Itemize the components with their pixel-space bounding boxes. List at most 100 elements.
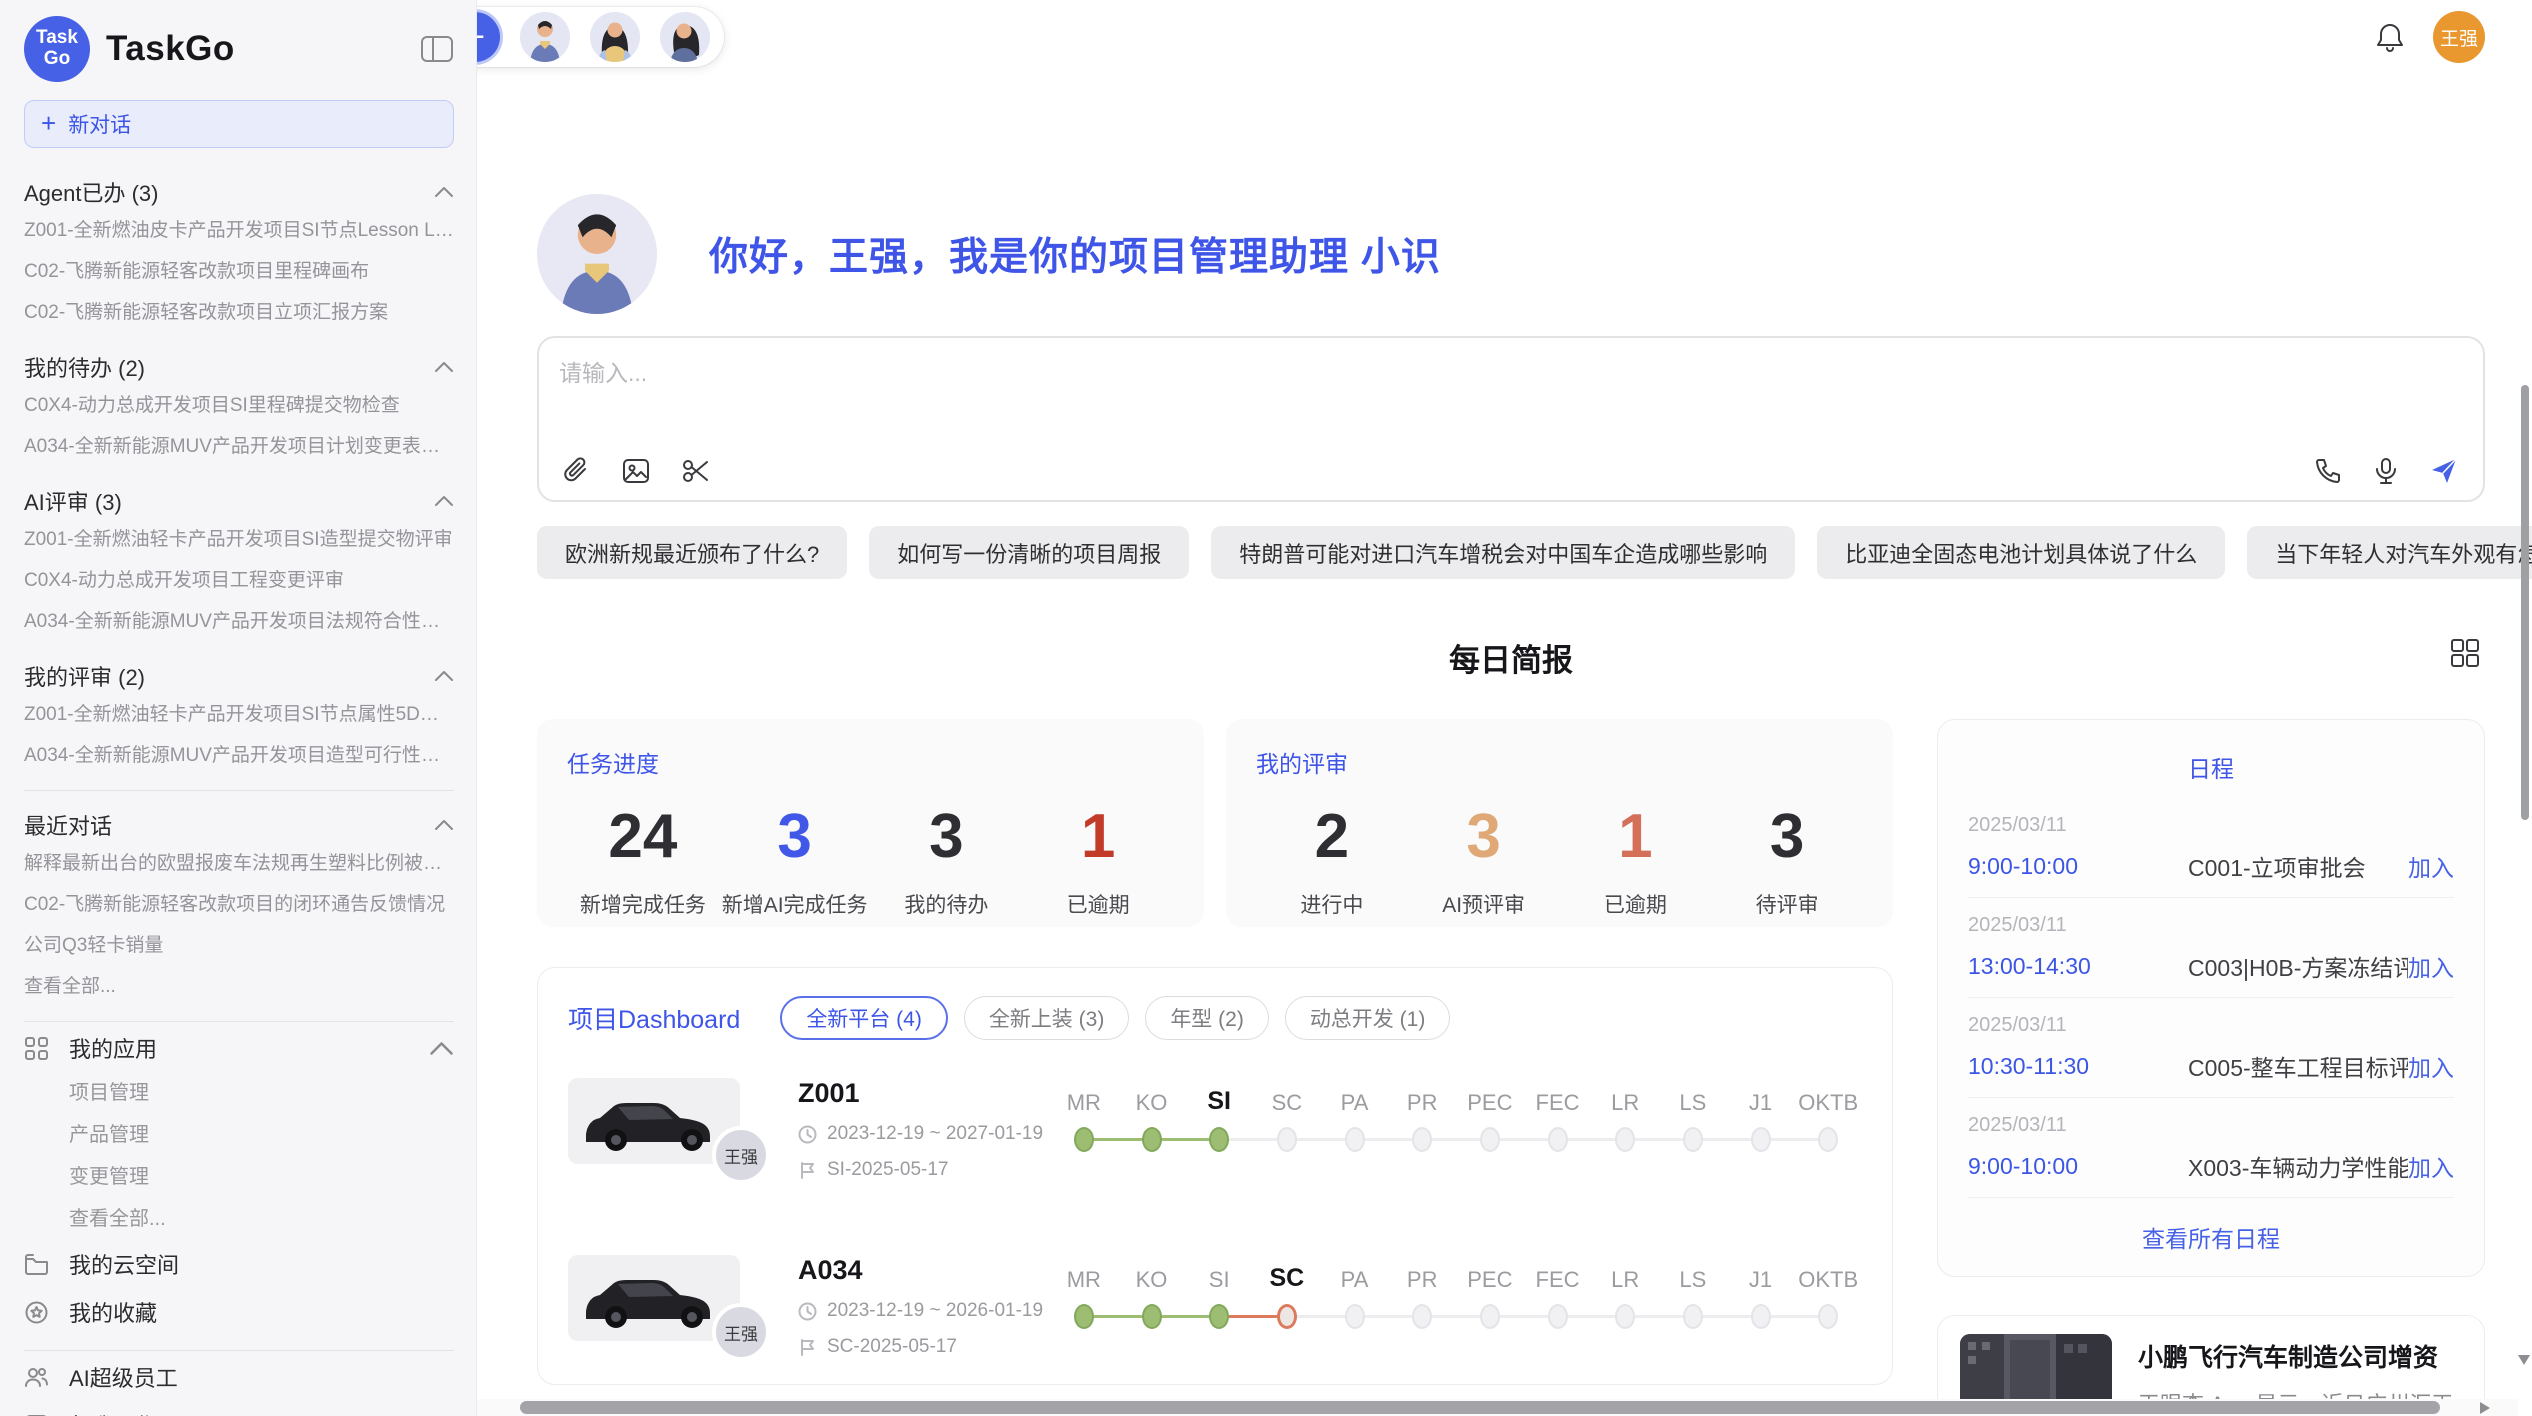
scroll-down-arrow[interactable] xyxy=(2518,1355,2530,1365)
join-meeting-link[interactable]: 加入 xyxy=(2408,1149,2454,1183)
milestone-dot xyxy=(1277,1127,1297,1152)
milestone-dot xyxy=(1751,1304,1771,1329)
chevron-up-icon xyxy=(434,819,454,831)
sidebar-item[interactable]: C0X4-动力总成开发项目SI里程碑提交物检查 xyxy=(24,385,454,426)
stat-cards-row: 任务进度 24新增完成任务 3新增AI完成任务 3我的待办 1已逾期 我的评审 … xyxy=(537,719,1893,927)
app-item-change-mgmt[interactable]: 变更管理 xyxy=(24,1156,454,1198)
view-all-schedule-link[interactable]: 查看所有日程 xyxy=(1968,1220,2454,1254)
logo-text-1: Task xyxy=(36,28,78,49)
daily-briefing-header: 每日简报 xyxy=(537,635,2485,677)
vertical-scrollbar[interactable] xyxy=(2518,0,2532,1399)
image-icon[interactable] xyxy=(621,456,651,486)
stat-in-progress: 2进行中 xyxy=(1256,795,1408,919)
suggestion-chip[interactable]: 特朗普可能对进口汽车增税会对中国车企造成哪些影响 xyxy=(1211,526,1795,579)
sidebar-item-cloud-space[interactable]: 我的云空间 xyxy=(24,1240,454,1288)
scissors-icon[interactable] xyxy=(681,456,711,486)
join-meeting-link[interactable]: 加入 xyxy=(2408,849,2454,883)
suggestion-chip[interactable]: 欧洲新规最近颁布了什么? xyxy=(537,526,847,579)
app-item-product-mgmt[interactable]: 产品管理 xyxy=(24,1114,454,1156)
schedule-time: 9:00-10:00 xyxy=(1968,853,2188,880)
section-my-review[interactable]: 我的评审 (2) xyxy=(24,658,454,694)
schedule-name: X003-车辆动力学性能验... xyxy=(2188,1149,2408,1183)
section-recent-chats[interactable]: 最近对话 xyxy=(24,807,454,843)
section-ai-review[interactable]: AI评审 (3) xyxy=(24,483,454,519)
horizontal-scrollbar-thumb[interactable] xyxy=(520,1401,2440,1414)
sidebar-item[interactable]: A034-全新新能源MUV产品开发项目法规符合性评审 xyxy=(24,601,454,642)
attachment-icon[interactable] xyxy=(561,456,591,486)
join-meeting-link[interactable]: 加入 xyxy=(2408,949,2454,983)
star-badge-icon xyxy=(24,1300,49,1325)
suggestion-chip[interactable]: 如何写一份清晰的项目周报 xyxy=(869,526,1189,579)
schedule-item: 2025/03/11 10:30-11:30 C005-整车工程目标评审 加入 xyxy=(1968,998,2454,1098)
tab-new-platform[interactable]: 全新平台 (4) xyxy=(780,996,948,1040)
tab-powertrain[interactable]: 动总开发 (1) xyxy=(1285,996,1451,1040)
view-all-apps[interactable]: 查看全部... xyxy=(24,1198,454,1240)
vertical-scrollbar-thumb[interactable] xyxy=(2521,385,2529,820)
microphone-icon[interactable] xyxy=(2371,456,2401,486)
section-header-label: 我的评审 (2) xyxy=(24,660,145,692)
add-agent-button[interactable]: + xyxy=(477,12,500,62)
my-review-title: 我的评审 xyxy=(1256,745,1863,779)
milestone-dot-done xyxy=(1074,1127,1094,1152)
sidebar-item-my-apps[interactable]: 我的应用 xyxy=(24,1024,454,1072)
project-name: A034 xyxy=(798,1255,1050,1286)
app-root: Task Go TaskGo + 新对话 Agent已办 (3) Z001-全新… xyxy=(0,0,2532,1416)
project-row-a034[interactable]: 王强 A034 2023-12-19 ~ 2026-01-19 SC-2025-… xyxy=(568,1255,1862,1358)
task-progress-card: 任务进度 24新增完成任务 3新增AI完成任务 3我的待办 1已逾期 xyxy=(537,719,1204,927)
phone-call-icon[interactable] xyxy=(2313,456,2343,486)
sidebar-item[interactable]: Z001-全新燃油皮卡产品开发项目SI节点Lesson Learn报告 xyxy=(24,210,454,251)
section-my-todo[interactable]: 我的待办 (2) xyxy=(24,349,454,385)
sidebar-item[interactable]: Z001-全新燃油轻卡产品开发项目SI节点属性5D文件评审 xyxy=(24,694,454,735)
project-row-z001[interactable]: 王强 Z001 2023-12-19 ~ 2027-01-19 SI-2025-… xyxy=(568,1078,1862,1181)
agent-avatar-3[interactable] xyxy=(660,12,710,62)
message-composer xyxy=(537,336,2485,502)
scroll-right-arrow[interactable] xyxy=(2480,1402,2490,1414)
sidebar-collapse-icon[interactable] xyxy=(420,34,454,64)
right-column: 日程 2025/03/11 9:00-10:00 C001-立项审批会 加入 2… xyxy=(1937,719,2485,1416)
view-all-chats[interactable]: 查看全部... xyxy=(24,966,454,1007)
app-item-project-mgmt[interactable]: 项目管理 xyxy=(24,1072,454,1114)
new-chat-label: 新对话 xyxy=(68,109,131,139)
sidebar-item[interactable]: Z001-全新燃油轻卡产品开发项目SI造型提交物评审 xyxy=(24,519,454,560)
sidebar-list: Agent已办 (3) Z001-全新燃油皮卡产品开发项目SI节点Lesson … xyxy=(24,158,454,1416)
sidebar-item[interactable]: A034-全新新能源MUV产品开发项目计划变更表编写 xyxy=(24,426,454,467)
sidebar-item[interactable]: C02-飞腾新能源轻客改款项目里程碑画布 xyxy=(24,251,454,292)
layout-grid-icon[interactable] xyxy=(2449,637,2481,669)
new-chat-button[interactable]: + 新对话 xyxy=(24,100,454,148)
schedule-name: C001-立项审批会 xyxy=(2188,849,2408,883)
horizontal-scrollbar[interactable] xyxy=(477,1399,2518,1416)
sidebar-item-ai-employee[interactable]: AI超级员工 xyxy=(24,1353,454,1401)
user-avatar[interactable]: 王强 xyxy=(2433,11,2485,63)
dashboard-tabs: 全新平台 (4) 全新上装 (3) 年型 (2) 动总开发 (1) xyxy=(780,996,1450,1040)
project-thumbnail: 王强 xyxy=(568,1255,740,1341)
sidebar-item-help-write[interactable]: 帮我写作 xyxy=(24,1401,454,1416)
sidebar-item-favorites[interactable]: 我的收藏 xyxy=(24,1288,454,1336)
tab-new-body[interactable]: 全新上装 (3) xyxy=(964,996,1130,1040)
agent-avatar-1[interactable] xyxy=(520,12,570,62)
schedule-name: C003|H0B-方案冻结评审 xyxy=(2188,949,2408,983)
send-icon[interactable] xyxy=(2429,456,2459,486)
sidebar-item[interactable]: A034-全新新能源MUV产品开发项目造型可行性评审 xyxy=(24,735,454,776)
sidebar-item[interactable]: C02-飞腾新能源轻客改款项目立项汇报方案 xyxy=(24,292,454,333)
stat-ai-pre-review: 3AI预评审 xyxy=(1408,795,1560,919)
agent-switcher: + xyxy=(477,7,724,67)
milestone-dot xyxy=(1345,1304,1365,1329)
sidebar-item[interactable]: C02-飞腾新能源轻客改款项目的闭环通告反馈情况 xyxy=(24,884,454,925)
project-flag-milestone: SI-2025-05-17 xyxy=(798,1159,1050,1181)
milestone-dot-done xyxy=(1142,1304,1162,1329)
notification-bell-icon[interactable] xyxy=(2375,21,2405,53)
sidebar-item[interactable]: C0X4-动力总成开发项目工程变更评审 xyxy=(24,560,454,601)
sidebar-item[interactable]: 解释最新出台的欧盟报废车法规再生塑料比例被调至15%... xyxy=(24,843,454,884)
suggestion-chip[interactable]: 比亚迪全固态电池计划具体说了什么 xyxy=(1817,526,2225,579)
clock-icon xyxy=(798,1302,817,1321)
milestone-dot xyxy=(1548,1304,1568,1329)
milestone-track: MR KO SI SC PA PR PEC FEC LR LS J1 OKTB xyxy=(1050,1080,1862,1162)
milestone-dot-done xyxy=(1074,1304,1094,1329)
section-agent-done[interactable]: Agent已办 (3) xyxy=(24,174,454,210)
agent-avatar-2[interactable] xyxy=(590,12,640,62)
tab-year-model[interactable]: 年型 (2) xyxy=(1145,996,1269,1040)
sidebar-item[interactable]: 公司Q3轻卡销量 xyxy=(24,925,454,966)
join-meeting-link[interactable]: 加入 xyxy=(2408,1049,2454,1083)
suggestion-chip[interactable]: 当下年轻人对汽车外观有怎样的喜好趋势 xyxy=(2247,526,2532,579)
message-input[interactable] xyxy=(559,354,2463,434)
